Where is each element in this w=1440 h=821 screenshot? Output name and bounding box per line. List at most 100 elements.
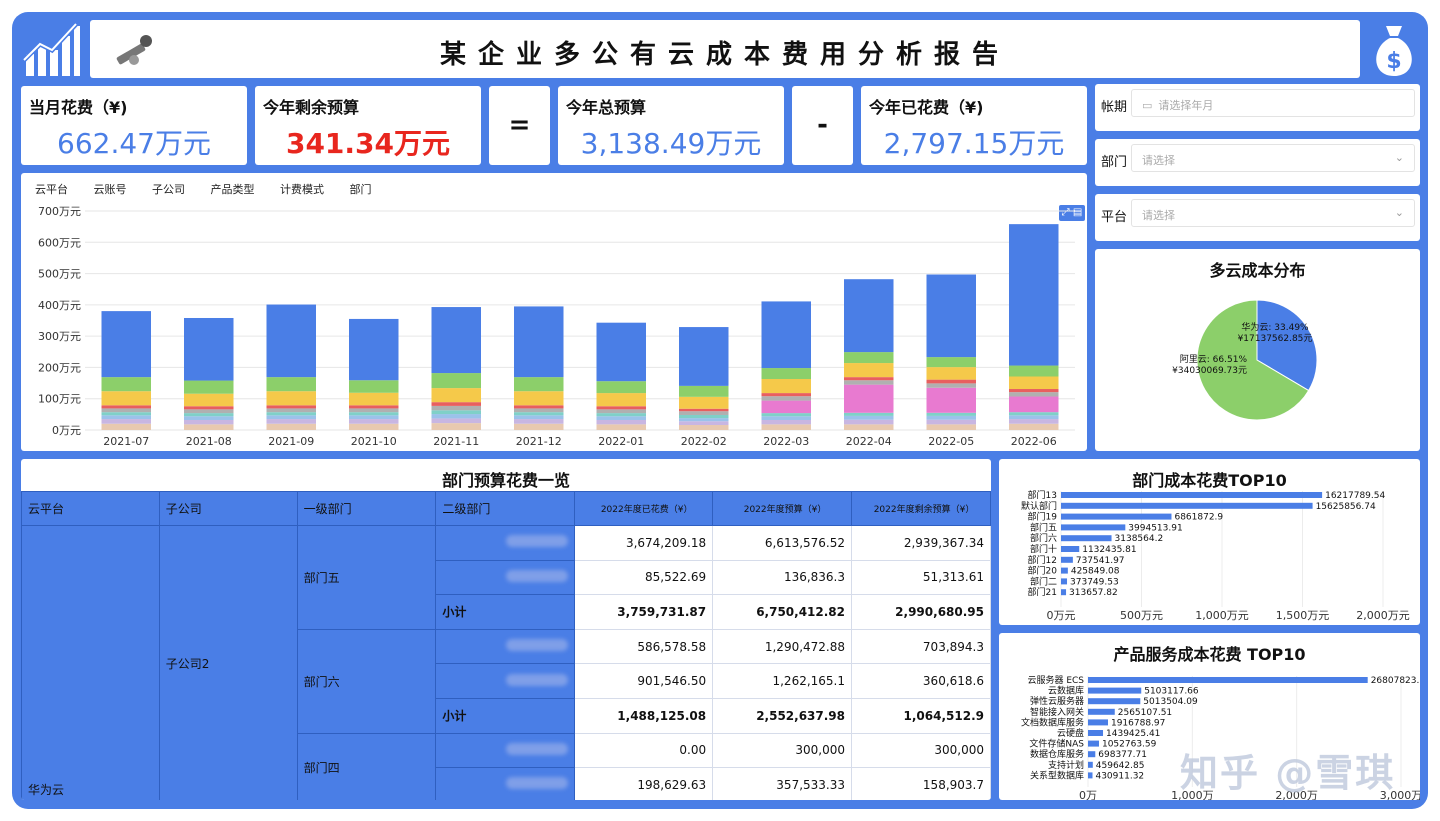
x-tick-label: 500万元 bbox=[1120, 609, 1163, 622]
calendar-icon: ▭ bbox=[1142, 99, 1153, 112]
department-placeholder: 请选择 bbox=[1142, 154, 1175, 167]
table-row: 华为云 子公司2 部门五 3,674,209.18 6,613,576.52 2… bbox=[21, 525, 991, 800]
cell-dept-a: 部门五 bbox=[296, 525, 437, 630]
bar-segment bbox=[184, 416, 234, 420]
kpi-monthly-value: 662.47万元 bbox=[57, 127, 211, 160]
y-tick-label: 0万元 bbox=[52, 424, 81, 437]
bar-segment bbox=[1009, 415, 1059, 420]
bar-segment bbox=[514, 377, 564, 392]
header-spent[interactable]: 2022年度已花费（¥） bbox=[574, 491, 714, 526]
bar-segment bbox=[431, 402, 481, 406]
cell-blurred-dept bbox=[435, 663, 576, 699]
bar-segment bbox=[431, 423, 481, 430]
data-label: 3138564.2 bbox=[1115, 534, 1164, 544]
bar-segment bbox=[679, 414, 729, 419]
bar-segment bbox=[926, 387, 976, 413]
category-label: 云服务器 ECS bbox=[1027, 674, 1084, 686]
x-tick-label: 2021-11 bbox=[433, 435, 479, 448]
bar-segment bbox=[266, 304, 316, 378]
header-level1-dept[interactable]: 一级部门 bbox=[296, 491, 437, 526]
header-cloud-platform[interactable]: 云平台 bbox=[21, 491, 160, 526]
category-label: 数据仓库服务 bbox=[1030, 748, 1084, 760]
bar bbox=[1061, 578, 1068, 585]
bar-segment bbox=[101, 419, 151, 424]
bar-segment bbox=[926, 379, 976, 384]
filter-period: 帐期 ▭ 请选择年月 bbox=[1095, 84, 1420, 131]
data-label: 459642.85 bbox=[1096, 761, 1145, 771]
bar-segment bbox=[926, 415, 976, 420]
x-tick-label: 2021-07 bbox=[103, 435, 149, 448]
y-tick-label: 400万元 bbox=[38, 299, 81, 312]
bar-segment bbox=[431, 307, 481, 374]
kpi-remaining-card: 今年剩余预算 341.34万元 bbox=[255, 86, 481, 165]
bar-segment bbox=[514, 408, 564, 413]
bar-segment bbox=[514, 412, 564, 416]
data-label: 5013504.09 bbox=[1143, 697, 1198, 707]
y-tick-label: 100万元 bbox=[38, 393, 81, 406]
cell-remaining: 2,939,367.34 bbox=[851, 525, 991, 561]
header-subsidiary[interactable]: 子公司 bbox=[158, 491, 298, 526]
cell-budget: 1,290,472.88 bbox=[712, 628, 853, 665]
bar-segment bbox=[679, 327, 729, 386]
bar-segment bbox=[1009, 396, 1059, 413]
cell-subtotal-label: 小计 bbox=[435, 594, 576, 630]
header-remaining[interactable]: 2022年度剩余预算（¥） bbox=[851, 491, 991, 526]
bar-segment bbox=[431, 373, 481, 389]
kpi-remaining-label: 今年剩余预算 bbox=[263, 98, 360, 117]
bar-segment bbox=[431, 414, 481, 419]
minus-sign: - bbox=[792, 86, 853, 165]
bar-segment bbox=[266, 415, 316, 420]
y-tick-label: 200万元 bbox=[38, 361, 81, 374]
bar-segment bbox=[184, 413, 234, 417]
pie-chart: 华为云: 33.49%¥17137562.85元阿里云: 66.51%¥3403… bbox=[1172, 299, 1318, 421]
bar-segment bbox=[679, 396, 729, 409]
bar-segment bbox=[101, 408, 151, 413]
platform-select[interactable]: 请选择 ⌄ bbox=[1131, 199, 1415, 227]
department-budget-panel: 部门预算花费一览 云平台 子公司 一级部门 二级部门 2022年度已花费（¥） … bbox=[21, 459, 991, 800]
bar-segment bbox=[101, 415, 151, 420]
pie-label: ¥17137562.85元 bbox=[1238, 334, 1313, 344]
bar-segment bbox=[349, 318, 399, 381]
cell-spent: 901,546.50 bbox=[574, 663, 714, 699]
bar bbox=[1088, 751, 1096, 758]
filter-period-label: 帐期 bbox=[1101, 100, 1128, 115]
bar-segment bbox=[844, 352, 894, 364]
bar-segment bbox=[514, 405, 564, 409]
bar-segment bbox=[349, 392, 399, 406]
cell-dept-c: 部门四 bbox=[296, 732, 437, 800]
bar bbox=[1088, 730, 1104, 736]
bar-segment bbox=[184, 406, 234, 410]
bar-segment bbox=[349, 408, 399, 413]
bar-segment bbox=[266, 405, 316, 409]
bar bbox=[1061, 535, 1112, 542]
x-tick-label: 2022-03 bbox=[763, 435, 809, 448]
bar-segment bbox=[596, 419, 646, 425]
kpi-spent-label: 今年已花费（¥) bbox=[869, 98, 984, 117]
kpi-spent-card: 今年已花费（¥) 2,797.15万元 bbox=[861, 86, 1087, 165]
bar-segment bbox=[1009, 389, 1059, 393]
category-label: 云数据库 bbox=[1048, 685, 1084, 697]
bar-segment bbox=[514, 415, 564, 420]
x-tick-label: 0万 bbox=[1079, 789, 1097, 800]
x-tick-label: 2021-08 bbox=[186, 435, 232, 448]
bar-segment bbox=[514, 423, 564, 430]
bar-segment bbox=[679, 421, 729, 425]
bar bbox=[1061, 513, 1172, 520]
x-tick-label: 2022-06 bbox=[1011, 435, 1057, 448]
header-level2-dept[interactable]: 二级部门 bbox=[435, 491, 576, 526]
x-tick-label: 2022-05 bbox=[928, 435, 974, 448]
category-label: 关系型数据库 bbox=[1030, 769, 1084, 781]
data-label: 373749.53 bbox=[1070, 577, 1119, 587]
department-select[interactable]: 请选择 ⌄ bbox=[1131, 144, 1415, 172]
x-tick-label: 2022-01 bbox=[598, 435, 644, 448]
bar-segment bbox=[349, 415, 399, 420]
bar-segment bbox=[514, 306, 564, 378]
header-budget[interactable]: 2022年度预算（¥） bbox=[712, 491, 853, 526]
cell-blurred-dept bbox=[435, 559, 576, 596]
cell-subtotal-label: 小计 bbox=[435, 697, 576, 734]
category-label: 弹性云服务器 bbox=[1030, 695, 1084, 707]
bar-segment bbox=[844, 384, 894, 413]
bar-segment bbox=[761, 416, 811, 420]
period-picker-input[interactable]: ▭ 请选择年月 bbox=[1131, 89, 1415, 117]
cell-dept-b: 部门六 bbox=[296, 628, 437, 734]
